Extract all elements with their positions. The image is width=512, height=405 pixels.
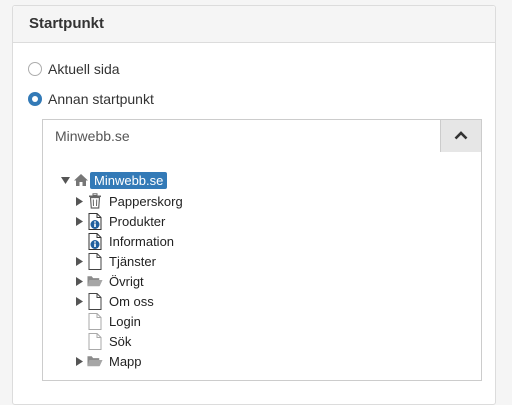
- tree-root-label[interactable]: Minwebb.se: [90, 172, 167, 189]
- folder-icon: [87, 272, 103, 290]
- page-icon: [87, 292, 103, 310]
- tree-item-label[interactable]: Om oss: [109, 294, 154, 309]
- tree-item[interactable]: Mapp: [74, 351, 142, 371]
- radio-other-start-label: Annan startpunkt: [48, 91, 154, 107]
- radio-other-start[interactable]: Annan startpunkt: [28, 91, 154, 107]
- tree-root-node[interactable]: Minwebb.se: [60, 170, 167, 190]
- radio-current-page-label: Aktuell sida: [48, 61, 120, 77]
- tree-item[interactable]: Sök: [74, 331, 131, 351]
- radio-current-page[interactable]: Aktuell sida: [28, 61, 120, 77]
- caret-right-icon[interactable]: [74, 191, 84, 211]
- tree-item-label[interactable]: Mapp: [109, 354, 142, 369]
- panel-title: Startpunkt: [13, 6, 495, 43]
- tree-item[interactable]: Övrigt: [74, 271, 144, 291]
- caret-down-icon[interactable]: [60, 170, 70, 190]
- page-icon: [87, 332, 103, 350]
- startpoint-panel: Startpunkt Aktuell sida Annan startpunkt…: [12, 5, 496, 405]
- radio-other-start-indicator[interactable]: [28, 92, 42, 106]
- combo-toggle-button[interactable]: [440, 120, 481, 152]
- tree-item[interactable]: Om oss: [74, 291, 154, 311]
- tree-item-label[interactable]: Sök: [109, 334, 131, 349]
- radio-current-page-indicator[interactable]: [28, 62, 42, 76]
- chevron-up-icon: [454, 127, 468, 145]
- caret-right-icon[interactable]: [74, 211, 84, 231]
- tree-item-label[interactable]: Övrigt: [109, 274, 144, 289]
- combo-value[interactable]: Minwebb.se: [43, 120, 440, 152]
- page-info-icon: [87, 212, 103, 230]
- tree-item[interactable]: Tjänster: [74, 251, 156, 271]
- caret-right-icon[interactable]: [74, 351, 84, 371]
- page-icon: [87, 252, 103, 270]
- caret-right-icon[interactable]: [74, 271, 84, 291]
- caret-right-icon[interactable]: [74, 251, 84, 271]
- page-info-icon: [87, 232, 103, 250]
- page-tree: Minwebb.se Papperskorg Produkter: [42, 152, 482, 381]
- caret-spacer: [74, 311, 84, 331]
- caret-right-icon[interactable]: [74, 291, 84, 311]
- tree-item[interactable]: Papperskorg: [74, 191, 183, 211]
- tree-item-label[interactable]: Tjänster: [109, 254, 156, 269]
- trash-icon: [87, 192, 103, 210]
- tree-item-label[interactable]: Login: [109, 314, 141, 329]
- tree-item-label[interactable]: Produkter: [109, 214, 165, 229]
- caret-spacer: [74, 331, 84, 351]
- tree-item[interactable]: Information: [74, 231, 174, 251]
- page-icon: [87, 312, 103, 330]
- tree-item[interactable]: Produkter: [74, 211, 165, 231]
- caret-spacer: [74, 231, 84, 251]
- startpoint-combobox[interactable]: Minwebb.se: [42, 119, 482, 153]
- tree-item-label[interactable]: Information: [109, 234, 174, 249]
- folder-icon: [87, 352, 103, 370]
- home-icon: [73, 171, 89, 189]
- tree-item-label[interactable]: Papperskorg: [109, 194, 183, 209]
- tree-item[interactable]: Login: [74, 311, 141, 331]
